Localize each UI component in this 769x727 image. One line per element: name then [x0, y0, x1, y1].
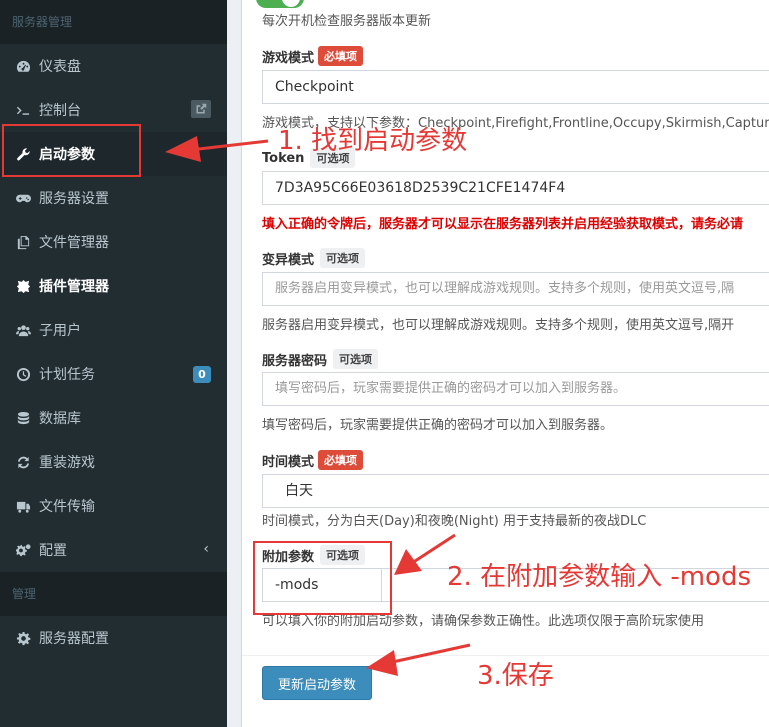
terminal-icon — [14, 101, 32, 119]
sidebar-item-label: 配置 — [39, 543, 67, 559]
optional-tag: 可选项 — [320, 248, 366, 268]
files-icon — [14, 233, 32, 251]
sidebar-item-label: 数据库 — [39, 411, 81, 427]
sidebar-item-label: 计划任务 — [39, 367, 95, 383]
gamepad-icon — [14, 189, 32, 207]
sidebar-item-reinstall[interactable]: 重装游戏 — [0, 440, 227, 484]
time-mode-label: 时间模式 必填项 — [262, 450, 364, 470]
puzzle-icon — [14, 277, 32, 295]
annotation-step-2: 2. 在附加参数输入 -mods — [447, 562, 752, 592]
password-input[interactable]: 填写密码后，玩家需要提供正确的密码才可以加入到服务器。 — [262, 372, 769, 406]
game-mode-input[interactable]: Checkpoint — [262, 70, 769, 104]
database-icon — [14, 409, 32, 427]
sidebar-item-label: 文件传输 — [39, 499, 95, 515]
sidebar-item-subusers[interactable]: 子用户 — [0, 308, 227, 352]
sidebar-item-database[interactable]: 数据库 — [0, 396, 227, 440]
external-link-icon[interactable] — [191, 100, 211, 118]
clock-icon — [14, 365, 32, 383]
truck-icon — [14, 497, 32, 515]
sidebar-item-server-settings[interactable]: 服务器设置 — [0, 176, 227, 220]
users-icon — [14, 321, 32, 339]
password-hint: 填写密码后，玩家需要提供正确的密码才可以加入到服务器。 — [262, 418, 614, 433]
schedule-count-badge: 0 — [193, 366, 211, 383]
sidebar-item-label: 插件管理器 — [39, 279, 109, 295]
sidebar-header-manage: 管理 — [0, 572, 227, 616]
sidebar-item-label: 重装游戏 — [39, 455, 95, 471]
mutator-hint: 服务器启用变异模式，也可以理解成游戏规则。支持多个规则，使用英文逗号,隔开 — [262, 318, 735, 333]
token-input[interactable]: 7D3A95C66E03618D2539C21CFE1474F4 — [262, 171, 769, 205]
token-warning: 填入正确的令牌后，服务器才可以显示在服务器列表并启用经验获取模式，请务必请 — [262, 217, 744, 232]
sidebar-item-server-config[interactable]: 服务器配置 — [0, 616, 227, 660]
required-tag: 必填项 — [318, 46, 364, 66]
sidebar-header-server-management: 服务器管理 — [0, 0, 227, 44]
auto-update-toggle[interactable] — [256, 0, 304, 8]
sidebar-item-label: 文件管理器 — [39, 235, 109, 251]
cogs-icon — [14, 541, 32, 559]
password-label: 服务器密码 可选项 — [262, 349, 379, 369]
field-label-text: 服务器密码 — [262, 353, 328, 369]
game-mode-label: 游戏模式 必填项 — [262, 46, 364, 66]
update-startup-params-button[interactable]: 更新启动参数 — [262, 666, 372, 700]
sidebar-item-label: 服务器配置 — [39, 631, 109, 647]
annotation-box-extra-args — [253, 541, 392, 615]
sidebar-item-schedules[interactable]: 计划任务 0 — [0, 352, 227, 396]
sidebar-item-dashboard[interactable]: 仪表盘 — [0, 44, 227, 88]
sidebar: 服务器管理 仪表盘 控制台 启动参数 服务器设置 文件管理器 插件管理器 子用户… — [0, 0, 227, 727]
sidebar-item-label: 服务器设置 — [39, 191, 109, 207]
sidebar-item-plugin-manager[interactable]: 插件管理器 — [0, 264, 227, 308]
sidebar-item-config[interactable]: 配置 ‹ — [0, 528, 227, 572]
annotation-step-1: 1. 找到启动参数 — [278, 126, 468, 156]
annotation-step-3: 3.保存 — [477, 661, 554, 691]
optional-tag: 可选项 — [333, 349, 379, 369]
auto-update-hint: 每次开机检查服务器版本更新 — [262, 14, 432, 29]
time-mode-select[interactable]: 白天 — [262, 474, 769, 508]
chevron-left-icon[interactable]: ‹ — [203, 541, 209, 557]
field-label-text: 时间模式 — [262, 454, 315, 470]
sidebar-item-label: 子用户 — [39, 323, 81, 339]
gear-icon — [14, 629, 32, 647]
mutator-label: 变异模式 可选项 — [262, 248, 366, 268]
sidebar-item-label: 控制台 — [39, 103, 81, 119]
dashboard-icon — [14, 57, 32, 75]
refresh-icon — [14, 453, 32, 471]
sidebar-item-file-manager[interactable]: 文件管理器 — [0, 220, 227, 264]
time-mode-hint: 时间模式，分为白天(Day)和夜晚(Night) 用于支持最新的夜战DLC — [262, 514, 647, 529]
sidebar-item-file-transfer[interactable]: 文件传输 — [0, 484, 227, 528]
required-tag: 必填项 — [318, 450, 364, 470]
mutator-input[interactable]: 服务器启用变异模式，也可以理解成游戏规则。支持多个规则，使用英文逗号,隔 — [262, 272, 769, 306]
field-label-text: 游戏模式 — [262, 50, 315, 66]
field-label-text: 变异模式 — [262, 252, 315, 268]
sidebar-item-label: 仪表盘 — [39, 59, 81, 75]
annotation-box-startup-params — [2, 124, 141, 177]
